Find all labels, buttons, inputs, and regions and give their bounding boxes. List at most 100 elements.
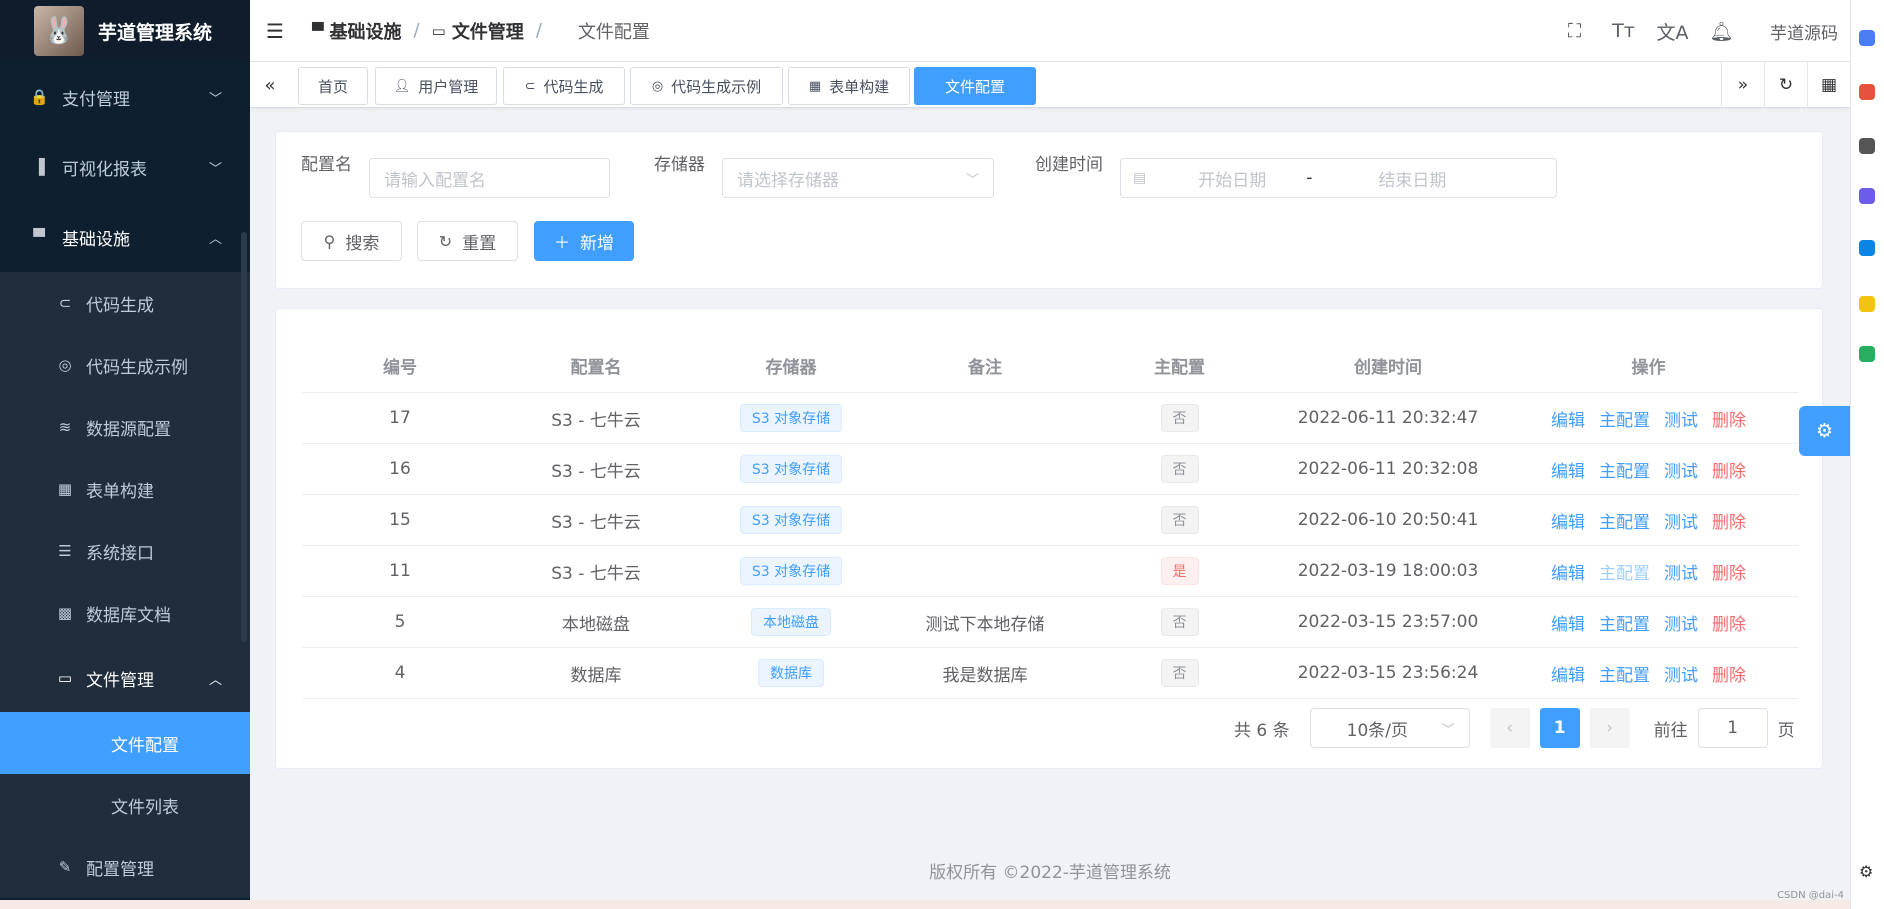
gear-icon[interactable]: ⚙ xyxy=(1859,862,1873,881)
cell-time: 2022-06-11 20:32:08 xyxy=(1297,459,1479,479)
menu-item-codegen[interactable]: ⊂ 代码生成 xyxy=(0,272,250,334)
tag-codegen-demo[interactable]: ◎ 代码生成示例 xyxy=(630,67,783,105)
fullscreen-icon[interactable]: ⛶ xyxy=(1550,20,1599,42)
delete-button[interactable]: 删除 xyxy=(1712,508,1746,533)
cell-id: 15 xyxy=(389,510,411,530)
menu-item-form-build[interactable]: ▦ 表单构建 xyxy=(0,458,250,520)
test-button[interactable]: 测试 xyxy=(1664,610,1698,635)
breadcrumb-separator: / xyxy=(535,20,542,41)
menu-item-report[interactable]: ▐ 可视化报表 ﹀ xyxy=(0,132,250,202)
name-input[interactable]: 请输入配置名 xyxy=(369,158,610,198)
delete-button[interactable]: 删除 xyxy=(1712,610,1746,635)
set-master-button[interactable]: 主配置 xyxy=(1599,661,1650,686)
extension-icon[interactable] xyxy=(1859,296,1875,312)
edit-icon: ✎ xyxy=(58,858,72,876)
th-name: 配置名 xyxy=(570,358,622,378)
font-size-icon[interactable]: Tт xyxy=(1599,20,1648,42)
chevron-left-icon: ‹ xyxy=(1506,718,1514,738)
set-master-button[interactable]: 主配置 xyxy=(1599,610,1650,635)
next-page-button[interactable]: › xyxy=(1589,708,1630,748)
edit-button[interactable]: 编辑 xyxy=(1551,406,1585,431)
test-button[interactable]: 测试 xyxy=(1664,457,1698,482)
test-button[interactable]: 测试 xyxy=(1664,406,1698,431)
reset-button[interactable]: ↻ 重置 xyxy=(417,221,518,261)
extension-icon[interactable] xyxy=(1859,30,1875,46)
sidebar-scrollbar[interactable] xyxy=(241,232,247,642)
translate-icon[interactable]: 文A xyxy=(1648,18,1697,45)
table-row: 5 本地磁盘 本地磁盘 测试下本地存储 否 2022-03-15 23:57:00 编辑 主配… xyxy=(302,597,1798,648)
cell-id: 16 xyxy=(389,459,411,479)
add-button[interactable]: ＋ 新增 xyxy=(534,221,634,261)
menu-item-pay[interactable]: 🔒 支付管理 ﹀ xyxy=(0,62,250,132)
table-body: 17 S3 - 七牛云 S3 对象存储否 2022-06-11 20:32:47 编辑主… xyxy=(302,393,1798,699)
logo[interactable]: 🐰 芋道管理系统 xyxy=(0,0,250,62)
set-master-button[interactable]: 主配置 xyxy=(1599,508,1650,533)
grid-icon[interactable]: ▦ xyxy=(1807,62,1850,108)
extension-icon[interactable] xyxy=(1859,188,1875,204)
set-master-button[interactable]: 主配置 xyxy=(1599,406,1650,431)
breadcrumb-item[interactable]: ▭ 文件管理 xyxy=(432,18,524,44)
refresh-icon[interactable]: ↻ xyxy=(1764,62,1807,108)
delete-button[interactable]: 删除 xyxy=(1712,406,1746,431)
cell-name: S3 - 七牛云 xyxy=(551,410,641,431)
watermark: CSDN @dai-4 xyxy=(1777,890,1844,901)
extension-icon[interactable] xyxy=(1859,138,1875,154)
cell-actions: 编辑 主配置 测试 删除 xyxy=(1499,648,1798,698)
menu-label: 支付管理 xyxy=(62,89,130,110)
hamburger-icon[interactable]: ☰ xyxy=(266,19,290,43)
test-button[interactable]: 测试 xyxy=(1664,661,1698,686)
bell-icon[interactable]: 🔔︎ xyxy=(1697,20,1746,43)
th-actions: 操作 xyxy=(1631,358,1666,378)
edit-button[interactable]: 编辑 xyxy=(1551,559,1585,584)
settings-button[interactable]: ⚙ xyxy=(1799,406,1850,456)
storage-select[interactable]: 请选择存储器 ﹀ xyxy=(722,158,994,198)
delete-button[interactable]: 删除 xyxy=(1712,661,1746,686)
page-size-select[interactable]: 10条/页 ﹀ xyxy=(1309,708,1470,748)
test-button[interactable]: 测试 xyxy=(1664,508,1698,533)
edit-button[interactable]: 编辑 xyxy=(1551,457,1585,482)
menu-item-file[interactable]: ▭ 文件管理 ︿ xyxy=(0,644,250,712)
edit-button[interactable]: 编辑 xyxy=(1551,610,1585,635)
user-name[interactable]: 芋道源码 xyxy=(1770,19,1838,44)
extension-icon[interactable] xyxy=(1859,240,1875,256)
cell-master: 是 xyxy=(1082,546,1277,596)
edit-button[interactable]: 编辑 xyxy=(1551,661,1585,686)
double-left-icon[interactable]: « xyxy=(250,62,290,108)
delete-button[interactable]: 删除 xyxy=(1712,559,1746,584)
tag-user[interactable]: 👤︎ 用户管理 xyxy=(375,67,497,105)
prev-page-button[interactable]: ‹ xyxy=(1489,708,1530,748)
goto-page-input[interactable]: 1 xyxy=(1697,708,1768,748)
page-number-current[interactable]: 1 xyxy=(1539,708,1580,748)
user-icon: 👤︎ xyxy=(393,78,411,94)
menu-item-codegen-demo[interactable]: ◎ 代码生成示例 xyxy=(0,334,250,396)
chevron-down-icon: ﹀ xyxy=(1441,722,1455,738)
menu-item-file-list[interactable]: 文件列表 xyxy=(0,774,250,836)
tag-home[interactable]: 首页 xyxy=(298,67,368,105)
cell-id: 4 xyxy=(394,663,406,683)
menu-item-datasource[interactable]: ≋ 数据源配置 xyxy=(0,396,250,458)
extension-icon[interactable] xyxy=(1859,84,1875,100)
menu-item-config[interactable]: ✎ 配置管理 xyxy=(0,836,250,898)
search-button[interactable]: ⚲ 搜索 xyxy=(301,221,402,261)
tag-file-config[interactable]: 文件配置 xyxy=(914,67,1036,105)
double-right-icon[interactable]: » xyxy=(1721,62,1764,108)
extension-icon[interactable] xyxy=(1859,346,1875,362)
master-tag: 否 xyxy=(1160,404,1199,432)
menu-item-api[interactable]: ☰ 系统接口 xyxy=(0,520,250,582)
storage-tag: S3 对象存储 xyxy=(739,506,843,534)
name-label: 配置名 xyxy=(301,155,352,175)
date-range-picker[interactable]: ▤ 开始日期 - 结束日期 xyxy=(1120,158,1557,198)
menu-item-db-doc[interactable]: ▩ 数据库文档 xyxy=(0,582,250,644)
monitor-icon: ▀ xyxy=(312,21,324,40)
tag-codegen[interactable]: ⊂ 代码生成 xyxy=(503,67,625,105)
delete-button[interactable]: 删除 xyxy=(1712,457,1746,482)
set-master-button[interactable]: 主配置 xyxy=(1599,457,1650,482)
breadcrumb-item[interactable]: ▀ 基础设施 xyxy=(312,18,402,44)
breadcrumb-separator: / xyxy=(413,20,420,41)
test-button[interactable]: 测试 xyxy=(1664,559,1698,584)
edit-button[interactable]: 编辑 xyxy=(1551,508,1585,533)
menu-item-infra[interactable]: ▀ 基础设施 ︿ xyxy=(0,202,250,272)
tag-form-build[interactable]: ▦ 表单构建 xyxy=(788,67,910,105)
menu-item-file-config[interactable]: 文件配置 xyxy=(0,712,250,774)
storage-tag: S3 对象存储 xyxy=(739,455,843,483)
